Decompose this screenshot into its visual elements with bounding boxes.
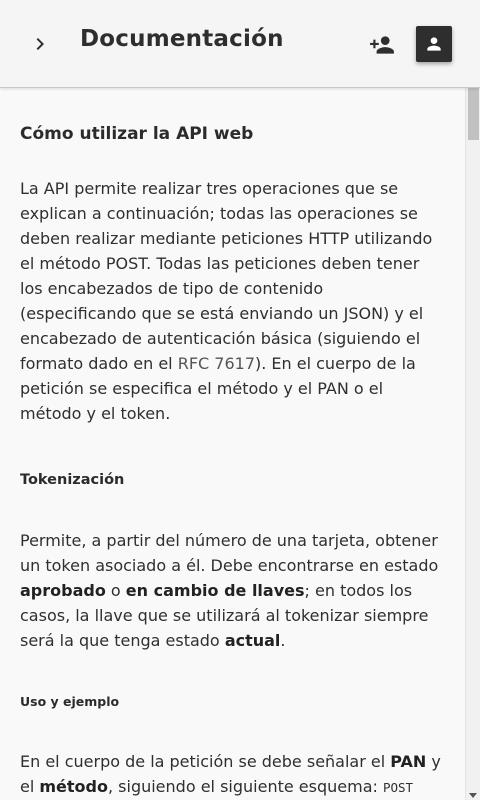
person-add-icon <box>370 36 394 54</box>
scrollbar-thumb[interactable] <box>468 88 479 140</box>
page-title: Documentación <box>80 26 284 52</box>
section-title: Cómo utilizar la API web <box>20 124 254 144</box>
chevron-right-icon[interactable] <box>24 28 56 60</box>
app-bar: Documentación <box>0 0 480 88</box>
usage-heading: Uso y ejemplo <box>20 694 120 709</box>
intro-paragraph: La API permite realizar tres operaciones… <box>20 179 433 423</box>
scroll-down-arrow-icon[interactable] <box>469 793 477 798</box>
person-icon <box>427 37 441 51</box>
tokenization-heading: Tokenización <box>20 472 125 488</box>
tokenization-paragraph: Permite, a partir del número de una tarj… <box>20 531 439 650</box>
documentation-content[interactable]: Cómo utilizar la API web La API permite … <box>0 88 465 800</box>
scrollbar[interactable] <box>465 88 480 800</box>
rfc-link[interactable]: RFC 7617 <box>178 354 255 373</box>
add-user-button[interactable] <box>366 29 398 61</box>
profile-button[interactable] <box>416 26 452 62</box>
usage-paragraph: En el cuerpo de la petición se debe seña… <box>20 749 441 800</box>
